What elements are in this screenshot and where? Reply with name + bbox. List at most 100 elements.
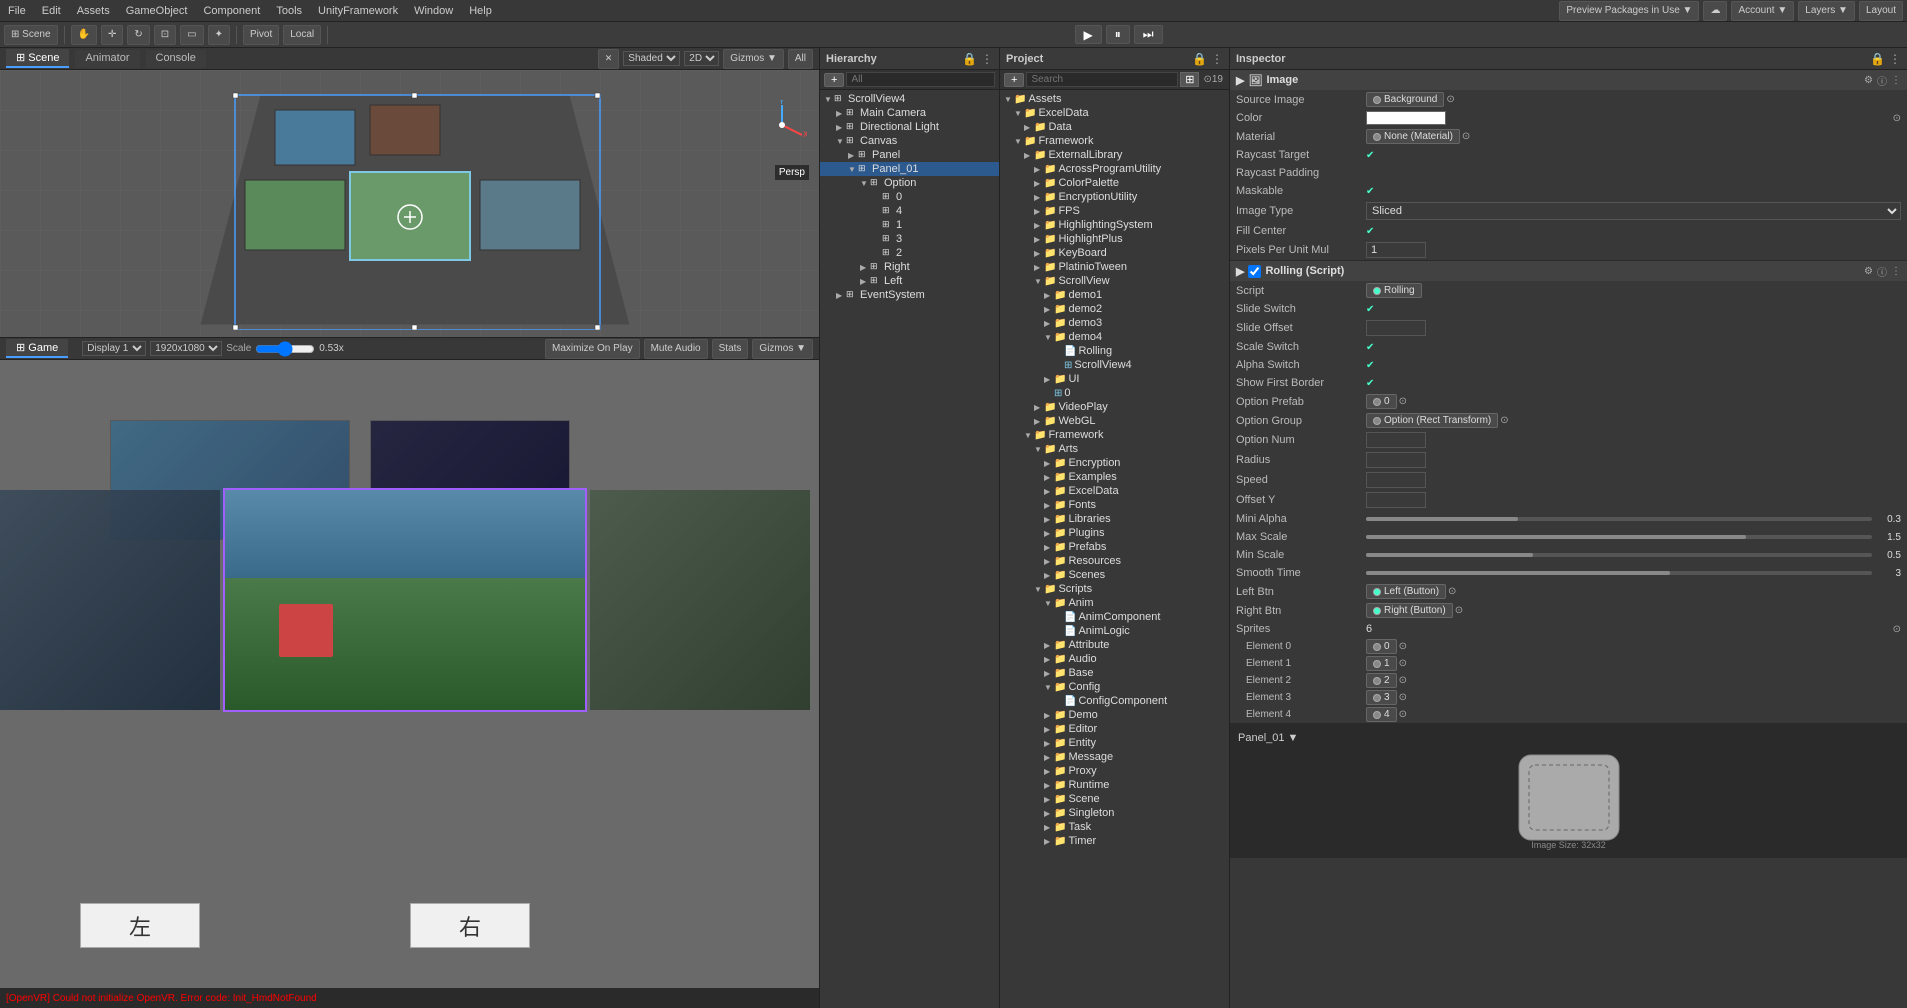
pivot-btn[interactable]: Pivot <box>243 25 279 45</box>
element-0-select-btn[interactable]: ⊙ <box>1399 641 1407 652</box>
hierarchy-item-left[interactable]: ▶⊞Left <box>820 274 999 288</box>
layers-btn[interactable]: Layers ▼ <box>1798 1 1855 21</box>
slide-switch-check[interactable]: ✔ <box>1366 304 1374 315</box>
inspector-lock-btn[interactable]: 🔒 <box>1870 52 1885 66</box>
show-first-border-check[interactable]: ✔ <box>1366 378 1374 389</box>
tab-scene[interactable]: ⊞ Scene <box>6 49 69 68</box>
menu-edit[interactable]: Edit <box>38 5 65 17</box>
step-btn[interactable]: ⏭ <box>1134 25 1163 44</box>
transform-rect-btn[interactable]: ▭ <box>180 25 203 45</box>
image-info-btn[interactable]: ⓘ <box>1877 73 1887 88</box>
scene-toggle-btn[interactable]: ⊞ Scene <box>4 25 58 45</box>
menu-unityframework[interactable]: UnityFramework <box>314 5 402 17</box>
project-item-rolling[interactable]: 📄Rolling <box>1000 344 1229 358</box>
maskable-check[interactable]: ✔ <box>1366 186 1374 197</box>
pause-btn[interactable]: ⏸ <box>1106 25 1130 44</box>
rolling-menu-btn[interactable]: ⋮ <box>1891 264 1901 279</box>
local-btn[interactable]: Local <box>283 25 321 45</box>
color-expand-btn[interactable]: ⊙ <box>1893 113 1901 124</box>
menu-window[interactable]: Window <box>410 5 457 17</box>
menu-file[interactable]: File <box>4 5 30 17</box>
project-item-scene[interactable]: ▶📁Scene <box>1000 792 1229 806</box>
element-1-select-btn[interactable]: ⊙ <box>1399 658 1407 669</box>
option-group-select-btn[interactable]: ⊙ <box>1500 415 1508 426</box>
hierarchy-item-opt4[interactable]: ⊞4 <box>820 204 999 218</box>
hierarchy-item-directionallight[interactable]: ▶⊞Directional Light <box>820 120 999 134</box>
element-0-value[interactable]: 0 <box>1366 639 1397 654</box>
play-btn[interactable]: ▶ <box>1075 25 1102 44</box>
material-value[interactable]: None (Material) <box>1366 129 1460 144</box>
layout-btn[interactable]: Layout <box>1859 1 1903 21</box>
project-search[interactable] <box>1026 72 1178 87</box>
transform-move-btn[interactable]: ✛ <box>101 25 123 45</box>
hierarchy-search[interactable] <box>846 72 995 87</box>
project-add-btn[interactable]: + <box>1004 73 1024 87</box>
element-1-value[interactable]: 1 <box>1366 656 1397 671</box>
maximize-on-play-btn[interactable]: Maximize On Play <box>545 339 640 359</box>
right-btn-chinese[interactable]: 右 <box>410 903 530 948</box>
left-btn-value[interactable]: Left (Button) <box>1366 584 1446 599</box>
shaded-select[interactable]: Shaded <box>623 51 680 66</box>
stats-btn[interactable]: Stats <box>712 339 749 359</box>
slide-offset-input[interactable]: 270 <box>1366 320 1426 336</box>
project-item-colorpalette[interactable]: ▶📁ColorPalette <box>1000 176 1229 190</box>
menu-tools[interactable]: Tools <box>272 5 306 17</box>
project-item-demo2[interactable]: ▶📁demo2 <box>1000 302 1229 316</box>
transform-rotate-btn[interactable]: ↻ <box>127 25 149 45</box>
project-item-plugins[interactable]: ▶📁Plugins <box>1000 526 1229 540</box>
hierarchy-item-opt2[interactable]: ⊞2 <box>820 246 999 260</box>
project-item-libraries[interactable]: ▶📁Libraries <box>1000 512 1229 526</box>
project-item-demo[interactable]: ▶📁Demo <box>1000 708 1229 722</box>
script-value[interactable]: Rolling <box>1366 283 1422 298</box>
project-item-entity[interactable]: ▶📁Entity <box>1000 736 1229 750</box>
sprites-expand-btn[interactable]: ⊙ <box>1893 624 1901 635</box>
element-4-select-btn[interactable]: ⊙ <box>1399 709 1407 720</box>
element-3-value[interactable]: 3 <box>1366 690 1397 705</box>
transform-all-btn[interactable]: ✦ <box>208 25 230 45</box>
project-item-data[interactable]: ▶📁Data <box>1000 120 1229 134</box>
project-item-externallibrary[interactable]: ▶📁ExternalLibrary <box>1000 148 1229 162</box>
source-image-select-btn[interactable]: ⊙ <box>1446 94 1454 105</box>
project-item-platinotween[interactable]: ▶📁PlatinioTween <box>1000 260 1229 274</box>
project-item-keyboard[interactable]: ▶📁KeyBoard <box>1000 246 1229 260</box>
project-item-highlightingsystem[interactable]: ▶📁HighlightingSystem <box>1000 218 1229 232</box>
project-item-acrossprogramutility[interactable]: ▶📁AcrossProgramUtility <box>1000 162 1229 176</box>
preview-packages-btn[interactable]: Preview Packages in Use ▼ <box>1559 1 1699 21</box>
rolling-enabled-checkbox[interactable] <box>1248 265 1261 278</box>
speed-input[interactable]: 4 <box>1366 472 1426 488</box>
project-item-demo1[interactable]: ▶📁demo1 <box>1000 288 1229 302</box>
tab-game[interactable]: ⊞ Game <box>6 339 68 358</box>
project-item-configcomponent[interactable]: 📄ConfigComponent <box>1000 694 1229 708</box>
scene-all-btn[interactable]: All <box>788 49 813 69</box>
game-view[interactable]: 左 右 <box>0 360 819 988</box>
option-num-input[interactable]: 5 <box>1366 432 1426 448</box>
color-picker[interactable] <box>1366 111 1446 125</box>
menu-assets[interactable]: Assets <box>73 5 114 17</box>
tab-animator[interactable]: Animator <box>75 50 139 68</box>
project-item-attribute[interactable]: ▶📁Attribute <box>1000 638 1229 652</box>
hierarchy-item-opt1[interactable]: ⊞1 <box>820 218 999 232</box>
tab-console[interactable]: Console <box>146 50 206 68</box>
element-2-value[interactable]: 2 <box>1366 673 1397 688</box>
project-item-assets[interactable]: ▼📁Assets <box>1000 92 1229 106</box>
project-item-encryption[interactable]: ▶📁Encryption <box>1000 456 1229 470</box>
resolution-select[interactable]: 1920x1080 <box>150 341 222 356</box>
raycast-target-check[interactable]: ✔ <box>1366 150 1374 161</box>
project-item-anim[interactable]: ▼📁Anim <box>1000 596 1229 610</box>
project-item-task[interactable]: ▶📁Task <box>1000 820 1229 834</box>
image-section-header[interactable]: ▶ 🖼 Image ⚙ ⓘ ⋮ <box>1230 70 1907 90</box>
project-item-scripts[interactable]: ▼📁Scripts <box>1000 582 1229 596</box>
right-btn-value[interactable]: Right (Button) <box>1366 603 1453 618</box>
project-item-demo3[interactable]: ▶📁demo3 <box>1000 316 1229 330</box>
option-prefab-value[interactable]: 0 <box>1366 394 1397 409</box>
hierarchy-item-option[interactable]: ▼⊞Option <box>820 176 999 190</box>
hierarchy-item-right[interactable]: ▶⊞Right <box>820 260 999 274</box>
project-item-encryptionutility[interactable]: ▶📁EncryptionUtility <box>1000 190 1229 204</box>
hierarchy-add-btn[interactable]: + <box>824 73 844 87</box>
hierarchy-item-panel_01[interactable]: ▼⊞Panel_01 <box>820 162 999 176</box>
project-item-runtime[interactable]: ▶📁Runtime <box>1000 778 1229 792</box>
option-group-value[interactable]: Option (Rect Transform) <box>1366 413 1498 428</box>
inspector-menu-btn[interactable]: ⋮ <box>1889 52 1901 66</box>
project-item-fps[interactable]: ▶📁FPS <box>1000 204 1229 218</box>
project-item-fonts[interactable]: ▶📁Fonts <box>1000 498 1229 512</box>
